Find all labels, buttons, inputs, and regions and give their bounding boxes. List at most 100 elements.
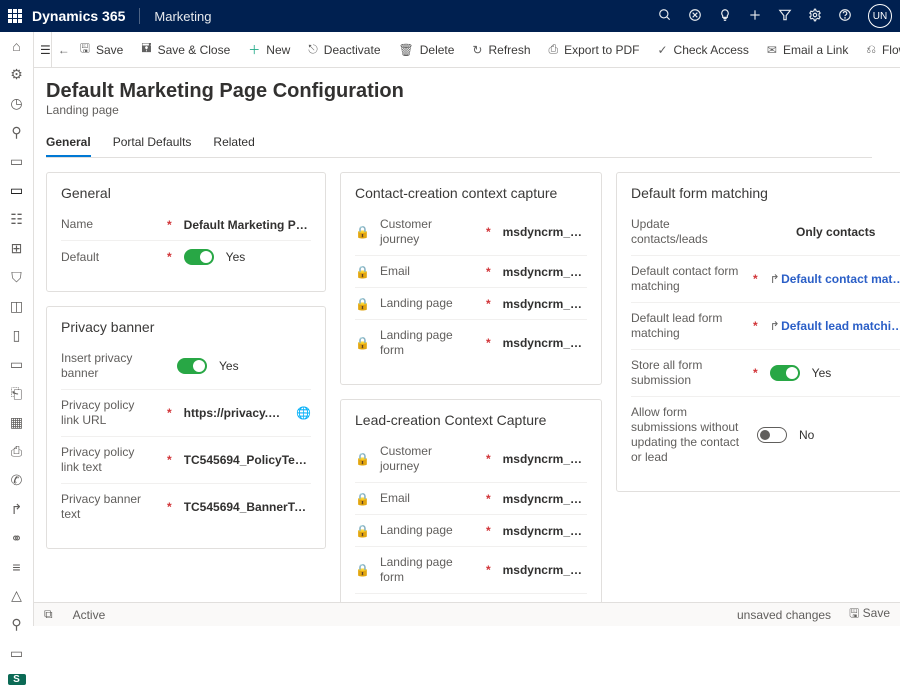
name-value[interactable]: Default Marketing Page … (184, 218, 311, 232)
flow-button[interactable]: ⎌Flow⌄ (858, 32, 900, 67)
rail-home-icon[interactable]: ⌂ (12, 38, 20, 54)
check-access-button[interactable]: ✓Check Access (649, 32, 756, 67)
globe-icon[interactable]: 🌐 (296, 406, 311, 420)
lightbulb-icon[interactable] (718, 8, 732, 25)
insert-banner-value: Yes (219, 359, 239, 373)
delete-label: Delete (420, 43, 455, 57)
save-close-button[interactable]: 🖬 Save & Close (133, 32, 238, 67)
hamburger-icon[interactable]: ☰ (40, 32, 52, 67)
name-label: Name (61, 217, 155, 232)
filter-icon[interactable] (778, 8, 792, 25)
cc-email-value[interactable]: msdyncrm_emailid (503, 265, 587, 279)
insert-banner-toggle[interactable] (177, 358, 207, 374)
rail-item-9[interactable]: ⎗ (11, 385, 22, 402)
rail-clock-icon[interactable]: ◷ (10, 95, 22, 112)
app-launcher-icon[interactable] (8, 9, 22, 23)
rail-item-16[interactable]: △ (11, 587, 22, 604)
rail-item-2[interactable]: ▭ (10, 182, 23, 199)
cc-cj-value[interactable]: msdyncrm_customerjo… (503, 225, 587, 239)
rail-item-3[interactable]: ☷ (10, 211, 23, 228)
lc-cj-value[interactable]: msdyncrm_customerjo… (503, 452, 587, 466)
rail-item-1[interactable]: ▭ (10, 153, 23, 170)
rail-item-18[interactable]: ▭ (10, 645, 23, 662)
flow-label: Flow (882, 43, 900, 57)
banner-text-value[interactable]: TC545694_BannerText_TjO (184, 500, 311, 514)
plus-icon: ＋ (248, 41, 260, 58)
delete-button[interactable]: 🗑Delete (391, 32, 463, 67)
rail-pin-icon[interactable]: ⚲ (11, 124, 21, 141)
rail-item-7[interactable]: ▯ (13, 327, 21, 344)
status-save-button[interactable]: 🖫 Save (849, 604, 890, 625)
rail-item-11[interactable]: ⎙ (11, 443, 22, 460)
default-toggle[interactable] (184, 249, 214, 265)
rail-item-17[interactable]: ⚲ (11, 616, 21, 633)
assistant-icon[interactable] (688, 8, 702, 25)
store-value: Yes (812, 366, 832, 380)
cc-lp-value[interactable]: msdyncrm_marketingp… (503, 297, 587, 311)
policy-text-value[interactable]: TC545694_PolicyText_Rng (184, 453, 311, 467)
rail-item-10[interactable]: ▦ (10, 414, 23, 431)
lc-email-value[interactable]: msdyncrm_emailid (503, 492, 587, 506)
settings-icon[interactable] (808, 8, 822, 25)
allow-toggle[interactable] (757, 427, 787, 443)
rail-item-15[interactable]: ≡ (12, 559, 20, 575)
lc-lp-value[interactable]: msdyncrm_marketingp… (503, 524, 587, 538)
policy-text-label: Privacy policy link text (61, 445, 155, 475)
cc-lp-label: Landing page (380, 296, 474, 311)
avatar[interactable]: UN (868, 4, 892, 28)
back-button[interactable]: ← (58, 43, 70, 57)
deactivate-icon: ⎋ (308, 42, 318, 57)
rail-gear-icon[interactable]: ⚙ (10, 66, 23, 83)
rail-item-5[interactable]: ⛉ (11, 269, 22, 286)
save-icon: 🖫 (849, 606, 859, 620)
help-icon[interactable] (838, 8, 852, 25)
card-form-matching: Default form matching Update contacts/le… (616, 172, 900, 492)
new-button[interactable]: ＋ New (240, 32, 298, 67)
dlf-value[interactable]: Default lead matchi… (770, 319, 900, 333)
rail-item-8[interactable]: ▭ (10, 356, 23, 373)
module-name[interactable]: Marketing (140, 9, 211, 24)
store-label: Store all form submission (631, 358, 741, 388)
card-privacy-banner: Privacy banner Insert privacy banner Yes… (46, 306, 326, 549)
lc-lpf-label: Landing page form (380, 555, 474, 585)
lc-lpf-value[interactable]: msdyncrm_marketingf… (503, 563, 587, 577)
brand[interactable]: Dynamics 365 (32, 8, 140, 24)
rail-item-13[interactable]: ↱ (11, 501, 23, 518)
tab-related[interactable]: Related (213, 129, 254, 157)
refresh-button[interactable]: ↻Refresh (464, 32, 538, 67)
lock-icon: 🔒 (355, 524, 370, 538)
email-link-button[interactable]: ✉Email a Link (759, 32, 856, 67)
rail-item-14[interactable]: ⚭ (11, 530, 23, 547)
rail-item-4[interactable]: ⊞ (11, 240, 23, 257)
lock-icon: 🔒 (355, 563, 370, 577)
export-pdf-button[interactable]: ⎙Export to PDF (541, 32, 648, 67)
new-label: New (266, 43, 290, 57)
area-switcher[interactable]: S (8, 674, 26, 685)
search-icon[interactable] (658, 8, 672, 25)
status-save-label: Save (863, 606, 890, 620)
add-icon[interactable] (748, 8, 762, 25)
refresh-icon: ↻ (472, 43, 482, 57)
save-close-icon: 🖬 (141, 39, 151, 60)
update-value[interactable]: Only contacts (767, 225, 900, 239)
popout-icon[interactable]: ⧉ (44, 607, 53, 622)
save-close-label: Save & Close (158, 43, 231, 57)
status-bar: ⧉ Active unsaved changes 🖫 Save (34, 602, 900, 626)
tab-portal-defaults[interactable]: Portal Defaults (113, 129, 192, 157)
cc-lpf-value[interactable]: msdyncrm_marketingf… (503, 336, 587, 350)
save-icon: 🖫 (80, 39, 90, 60)
unsaved-indicator: unsaved changes (737, 608, 831, 622)
store-toggle[interactable] (770, 365, 800, 381)
lc-cj-label: Customer journey (380, 444, 474, 474)
flow-icon: ⎌ (866, 42, 876, 57)
rail-item-6[interactable]: ◫ (10, 298, 23, 315)
rail-item-12[interactable]: ✆ (11, 472, 23, 489)
tab-general[interactable]: General (46, 129, 91, 157)
command-bar: ☰ ← 🖫Save 🖬 Save & Close ＋ New ⎋Deactivate… (34, 32, 900, 68)
save-button[interactable]: 🖫Save (72, 32, 132, 67)
dcf-value[interactable]: Default contact mat… (770, 272, 900, 286)
policy-url-value[interactable]: https://privacy.micro… (184, 406, 284, 420)
check-access-label: Check Access (674, 43, 749, 57)
dlf-label: Default lead form matching (631, 311, 741, 341)
deactivate-button[interactable]: ⎋Deactivate (300, 32, 388, 67)
